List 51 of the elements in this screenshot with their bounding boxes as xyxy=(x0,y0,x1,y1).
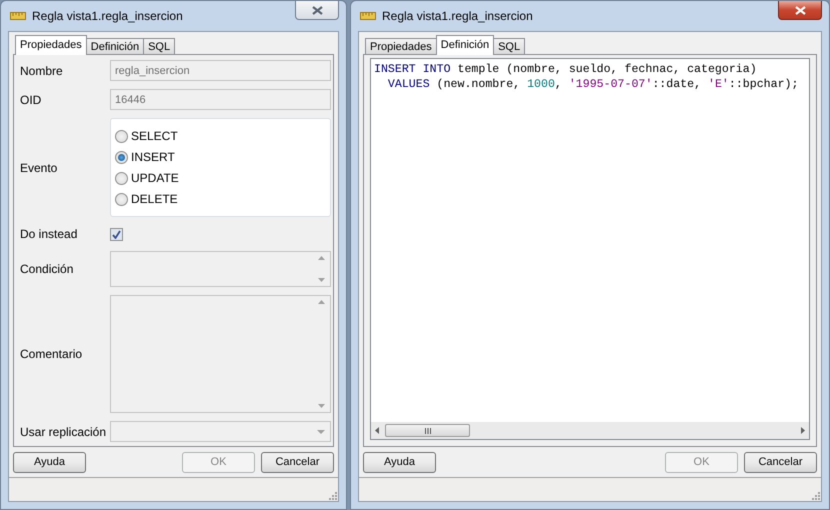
field-label: Condición xyxy=(20,261,74,278)
close-icon xyxy=(794,6,806,14)
radio-label: UPDATE xyxy=(131,170,179,187)
ruler-icon xyxy=(360,12,376,20)
dialog-button[interactable]: Ayuda xyxy=(13,452,86,472)
window-title: Regla vista1.regla_insercion xyxy=(32,8,183,25)
radio-button[interactable] xyxy=(115,192,128,206)
caret-icon xyxy=(317,430,325,434)
resize-grip-icon[interactable] xyxy=(811,491,821,501)
field-label: Nombre xyxy=(20,62,64,80)
text-area[interactable] xyxy=(110,295,331,413)
tab[interactable]: Definición xyxy=(436,35,494,55)
radio-button[interactable] xyxy=(115,150,128,164)
dialog-button[interactable]: Cancelar xyxy=(261,452,334,472)
code-line: VALUES (new.nombre, 1000, '1995-07-07'::date, 'E'::bpchar); xyxy=(386,77,798,92)
radio-label: SELECT xyxy=(131,128,178,145)
scroll-up-icon[interactable] xyxy=(318,300,325,304)
tab[interactable]: Propiedades xyxy=(15,35,87,55)
field-label: Do instead xyxy=(20,226,78,243)
code-line: INSERT INTO temple (nombre, sueldo, fechnac, categoria) xyxy=(374,62,757,77)
field-label: Evento xyxy=(20,160,58,176)
dialog-button[interactable]: Cancelar xyxy=(744,452,817,472)
scroll-down-icon[interactable] xyxy=(318,404,325,408)
text-area[interactable] xyxy=(110,251,331,287)
radio-label: DELETE xyxy=(131,191,178,208)
grip-icon xyxy=(424,428,432,434)
radio-button[interactable] xyxy=(115,172,128,184)
close-icon xyxy=(312,6,322,14)
code-editor[interactable]: INSERT INTO temple (nombre, sueldo, fechnac, categoria) VALUES (new.nombre, 1000, '1995-07-07'::date, 'E'::bpchar); xyxy=(370,58,810,440)
dialog-button[interactable]: Ayuda xyxy=(363,452,436,472)
window-title: Regla vista1.regla_insercion xyxy=(382,8,533,25)
scroll-up-icon[interactable] xyxy=(318,256,325,260)
check-icon xyxy=(112,230,121,238)
resize-grip-icon[interactable] xyxy=(328,491,338,501)
scrollbar-thumb[interactable] xyxy=(385,424,470,437)
checkbox[interactable] xyxy=(110,228,123,240)
close-button[interactable] xyxy=(778,1,822,20)
radio-label: INSERT xyxy=(131,149,175,166)
horizontal-scrollbar[interactable] xyxy=(371,422,809,439)
close-button[interactable] xyxy=(295,1,339,20)
scroll-left-icon[interactable] xyxy=(375,427,379,434)
scroll-down-icon[interactable] xyxy=(318,278,325,282)
field-label: OID xyxy=(20,92,42,108)
field-label: Usar replicación xyxy=(20,424,108,440)
field-label: Comentario xyxy=(20,346,84,363)
tab[interactable]: Propiedades xyxy=(365,38,437,55)
ruler-icon xyxy=(10,12,26,20)
tab[interactable]: SQL xyxy=(143,38,176,55)
radio-button[interactable] xyxy=(115,130,128,142)
tab[interactable]: SQL xyxy=(493,38,526,55)
scroll-right-icon[interactable] xyxy=(801,427,805,434)
